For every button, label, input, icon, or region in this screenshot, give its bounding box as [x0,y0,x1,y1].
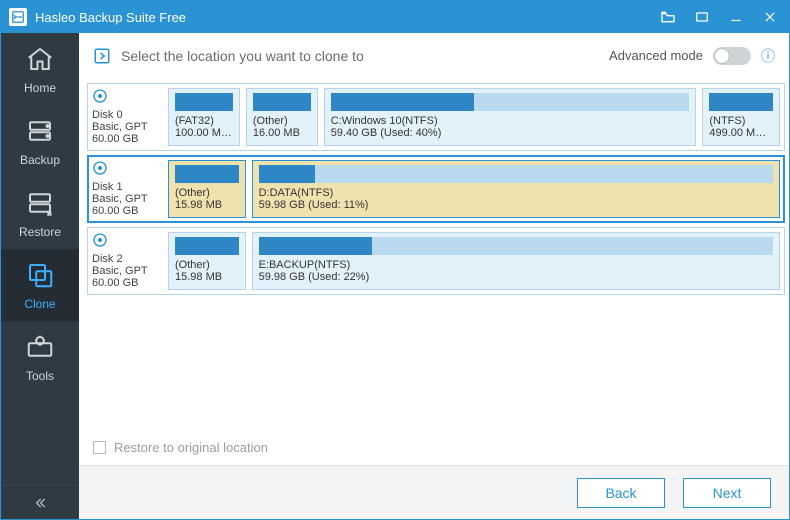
partition-label: (Other) [175,187,239,199]
back-button[interactable]: Back [577,478,665,508]
disk-header: Disk 0Basic, GPT60.00 GB [92,88,162,146]
partition[interactable]: (Other)15.98 MB [168,232,246,290]
partition-size: 59.98 GB (Used: 11%) [259,199,773,211]
advanced-mode-label: Advanced mode [609,48,703,63]
open-folder-icon[interactable] [655,4,681,30]
partition-list: (Other)15.98 MBE:BACKUP(NTFS)59.98 GB (U… [168,232,780,290]
advanced-mode-toggle[interactable] [713,47,751,65]
sidebar-item-label: Backup [20,153,60,167]
sidebar-item-label: Tools [26,369,54,383]
sidebar-collapse-button[interactable] [1,485,79,519]
card-icon[interactable] [689,4,715,30]
instruction-text: Select the location you want to clone to [121,48,364,64]
partition-label: C:Windows 10(NTFS) [331,115,690,127]
sidebar-item-restore[interactable]: Restore [1,177,79,249]
partition[interactable]: (FAT32)100.00 MB ... [168,88,240,146]
title-bar: Hasleo Backup Suite Free [1,1,789,33]
partition-label: E:BACKUP(NTFS) [259,259,773,271]
button-bar: Back Next [79,465,789,519]
disk-name: Disk 2 [92,253,162,265]
sidebar-item-clone[interactable]: Clone [1,249,79,321]
usage-bar [709,93,773,111]
partition[interactable]: (Other)16.00 MB [246,88,318,146]
partition[interactable]: C:Windows 10(NTFS)59.40 GB (Used: 40%) [324,88,697,146]
usage-bar [259,165,773,183]
disk-scheme: Basic, GPT [92,265,162,277]
sidebar-item-label: Home [24,81,56,95]
usage-bar [175,165,239,183]
disk-icon [92,232,162,251]
usage-bar [331,93,690,111]
sidebar-item-backup[interactable]: Backup [1,105,79,177]
disk-header: Disk 1Basic, GPT60.00 GB [92,160,162,218]
options-bar: Restore to original location [79,429,789,465]
partition-label: D:DATA(NTFS) [259,187,773,199]
next-button[interactable]: Next [683,478,771,508]
partition-size: 16.00 MB [253,127,311,139]
restore-icon [24,187,56,219]
partition-size: 15.98 MB [175,271,239,283]
partition-label: (NTFS) [709,115,773,127]
home-icon [24,43,56,75]
partition-size: 59.40 GB (Used: 40%) [331,127,690,139]
disk-size: 60.00 GB [92,205,162,217]
info-icon[interactable]: ⓘ [761,46,775,66]
partition-list: (Other)15.98 MBD:DATA(NTFS)59.98 GB (Use… [168,160,780,218]
partition-size: 15.98 MB [175,199,239,211]
app-title: Hasleo Backup Suite Free [35,10,186,25]
window-controls [655,4,783,30]
partition-list: (FAT32)100.00 MB ...(Other)16.00 MBC:Win… [168,88,780,146]
app-logo-icon [9,8,27,26]
partition[interactable]: D:DATA(NTFS)59.98 GB (Used: 11%) [252,160,780,218]
target-location-icon [93,47,111,65]
clone-icon [24,259,56,291]
sidebar-item-home[interactable]: Home [1,33,79,105]
partition[interactable]: E:BACKUP(NTFS)59.98 GB (Used: 22%) [252,232,780,290]
partition-label: (Other) [253,115,311,127]
disk-scheme: Basic, GPT [92,121,162,133]
usage-bar [259,237,773,255]
disk-row[interactable]: Disk 2Basic, GPT60.00 GB(Other)15.98 MBE… [87,227,785,295]
partition-size: 499.00 MB ... [709,127,773,139]
app-window: Hasleo Backup Suite Free Home Backup Resto… [0,0,790,520]
instruction-bar: Select the location you want to clone to… [79,33,789,79]
tools-icon [24,331,56,363]
close-button[interactable] [757,4,783,30]
partition[interactable]: (NTFS)499.00 MB ... [702,88,780,146]
restore-original-checkbox[interactable] [93,441,106,454]
partition-size: 100.00 MB ... [175,127,233,139]
disk-list: Disk 0Basic, GPT60.00 GB(FAT32)100.00 MB… [79,79,789,429]
minimize-button[interactable] [723,4,749,30]
disk-name: Disk 1 [92,181,162,193]
usage-bar [253,93,311,111]
sidebar: Home Backup Restore Clone Tools [1,33,79,519]
main-panel: Select the location you want to clone to… [79,33,789,519]
usage-bar [175,93,233,111]
disk-size: 60.00 GB [92,277,162,289]
disk-icon [92,160,162,179]
disk-scheme: Basic, GPT [92,193,162,205]
disk-row[interactable]: Disk 1Basic, GPT60.00 GB(Other)15.98 MBD… [87,155,785,223]
restore-original-label: Restore to original location [114,440,268,455]
partition-label: (FAT32) [175,115,233,127]
sidebar-item-label: Restore [19,225,61,239]
disk-name: Disk 0 [92,109,162,121]
disk-icon [92,88,162,107]
partition-label: (Other) [175,259,239,271]
sidebar-item-tools[interactable]: Tools [1,321,79,393]
disk-row[interactable]: Disk 0Basic, GPT60.00 GB(FAT32)100.00 MB… [87,83,785,151]
backup-icon [24,115,56,147]
partition[interactable]: (Other)15.98 MB [168,160,246,218]
partition-size: 59.98 GB (Used: 22%) [259,271,773,283]
disk-size: 60.00 GB [92,133,162,145]
usage-bar [175,237,239,255]
sidebar-item-label: Clone [24,297,55,311]
disk-header: Disk 2Basic, GPT60.00 GB [92,232,162,290]
